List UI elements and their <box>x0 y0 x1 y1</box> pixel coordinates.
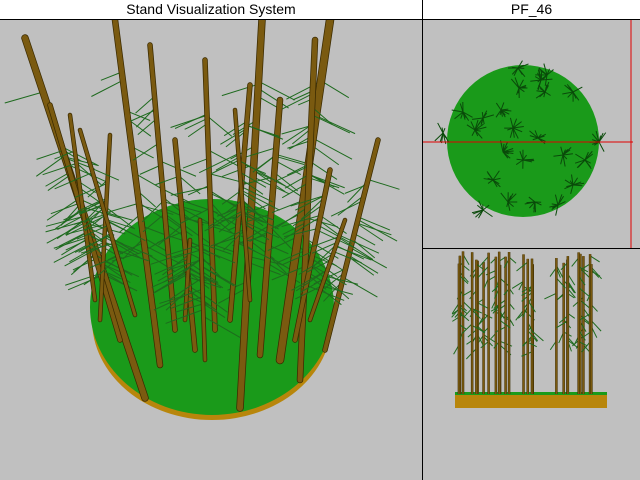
needle <box>132 142 159 161</box>
tree-crown <box>434 122 449 145</box>
needle <box>544 292 557 300</box>
perspective-view-panel[interactable] <box>0 20 422 480</box>
needle <box>36 155 66 177</box>
top-view-panel[interactable] <box>423 20 640 248</box>
needle <box>348 255 379 274</box>
app-title: Stand Visualization System <box>0 0 422 20</box>
top-view-canvas[interactable] <box>423 20 640 248</box>
needle <box>482 209 493 218</box>
needle <box>220 128 247 145</box>
needle <box>343 276 378 298</box>
plot-id-label: PF_46 <box>423 0 640 20</box>
needle <box>318 225 352 244</box>
needle <box>591 267 602 280</box>
needle <box>312 137 353 160</box>
needle <box>275 153 308 165</box>
needle <box>46 198 79 221</box>
needle <box>182 157 209 169</box>
plot-soil-slab <box>455 394 607 408</box>
needle <box>442 128 446 134</box>
perspective-view-canvas[interactable] <box>0 20 422 480</box>
needle <box>350 247 388 269</box>
needle <box>187 123 208 138</box>
needle <box>311 144 340 166</box>
side-view-canvas[interactable] <box>423 249 640 480</box>
needle <box>100 71 122 81</box>
needle <box>184 118 208 130</box>
needle <box>522 159 535 162</box>
needle <box>516 261 529 272</box>
tree <box>521 258 544 394</box>
needle <box>137 118 157 136</box>
tree <box>516 258 538 394</box>
needle <box>315 115 356 135</box>
needle <box>481 112 484 119</box>
needle <box>598 141 605 152</box>
tree <box>452 251 473 394</box>
needle <box>589 255 600 263</box>
tree <box>544 258 566 394</box>
needle <box>320 80 350 99</box>
needle <box>36 149 64 160</box>
needle <box>139 164 161 175</box>
tree-stem <box>323 138 380 352</box>
needle <box>221 83 259 97</box>
needle <box>241 186 273 203</box>
needle <box>91 79 124 97</box>
needle <box>367 178 400 190</box>
needle <box>4 91 44 104</box>
needle <box>556 320 568 329</box>
needle <box>459 262 470 271</box>
side-view-panel[interactable] <box>423 249 640 480</box>
needle <box>155 175 179 186</box>
